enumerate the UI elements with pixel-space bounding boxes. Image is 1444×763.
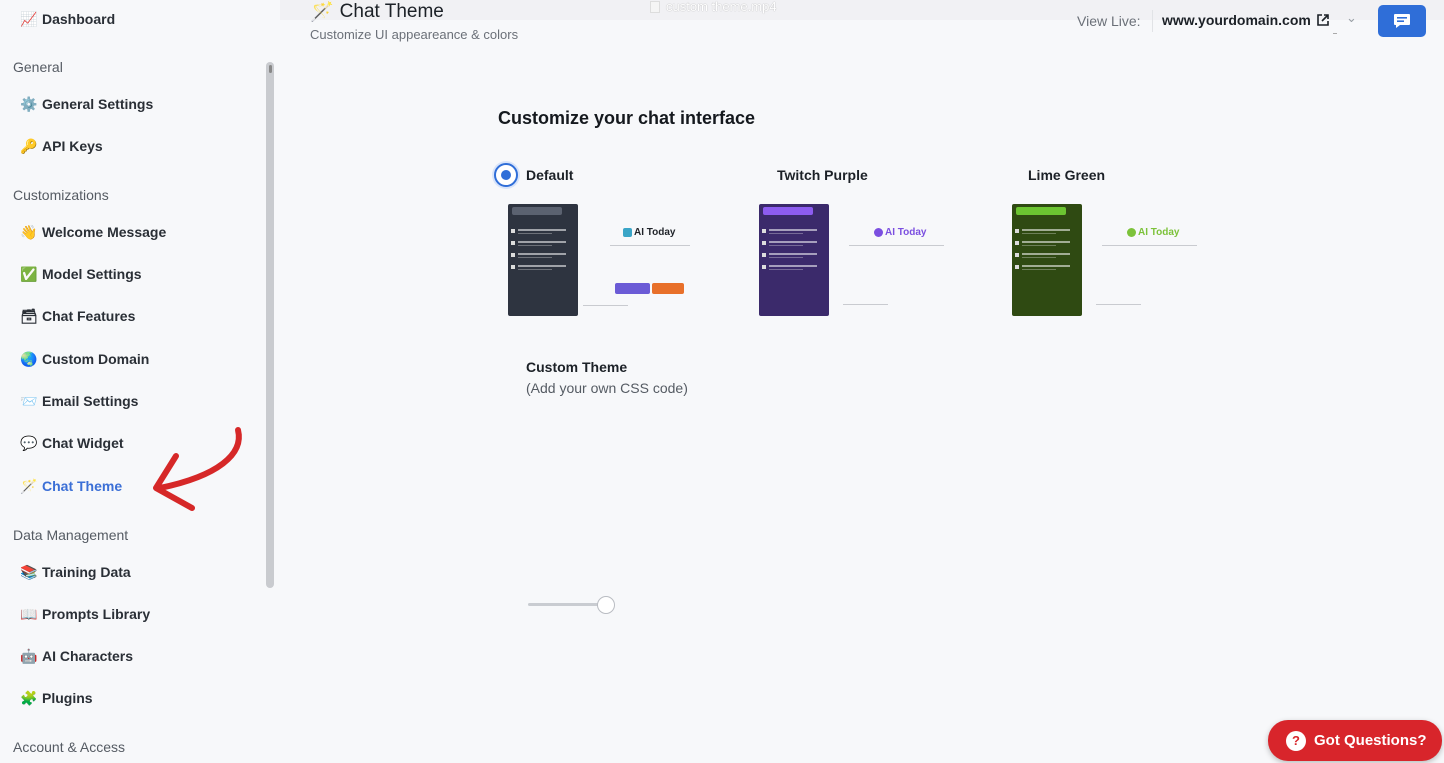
- scrollbar-thumb[interactable]: [269, 65, 272, 73]
- preview-sidebar: [1012, 204, 1082, 316]
- video-title: custom theme.mp4: [650, 0, 777, 14]
- envelope-icon: 📨: [20, 392, 38, 409]
- sidebar-item-chat-theme[interactable]: 🪄 Chat Theme: [20, 475, 122, 497]
- theme-radio-default[interactable]: [494, 163, 518, 187]
- sidebar-item-api-keys[interactable]: 🔑 API Keys: [20, 135, 103, 157]
- sidebar-item-training-data[interactable]: 📚 Training Data: [20, 561, 131, 583]
- preview-logo: AI Today: [874, 227, 926, 238]
- sidebar-item-custom-domain[interactable]: 🌏 Custom Domain: [20, 348, 149, 370]
- section-customizations: Customizations: [13, 187, 109, 203]
- sidebar-item-model-settings[interactable]: ✅ Model Settings: [20, 263, 142, 285]
- puzzle-icon: 🧩: [20, 689, 38, 706]
- preview-logo: AI Today: [623, 227, 675, 238]
- slider-handle[interactable]: [597, 596, 615, 614]
- theme-radio-twitch-purple[interactable]: [745, 163, 769, 187]
- theme-label-twitch-purple[interactable]: Twitch Purple: [777, 167, 868, 183]
- preview-chip: [615, 283, 650, 294]
- slider-track[interactable]: [528, 603, 608, 606]
- question-icon: ?: [1286, 730, 1306, 751]
- chat-button[interactable]: [1378, 5, 1426, 37]
- page-title: 🪄 Chat Theme: [310, 1, 444, 23]
- external-link-icon[interactable]: [1317, 14, 1329, 26]
- view-live-label: View Live:: [1077, 13, 1141, 29]
- gear-icon: ⚙️: [20, 95, 38, 112]
- sidebar-item-dashboard[interactable]: 📈 Dashboard: [20, 8, 115, 30]
- theme-preview-default[interactable]: AI Today: [508, 204, 728, 316]
- sidebar-item-email-settings[interactable]: 📨 Email Settings: [20, 390, 138, 412]
- section-general: General: [13, 59, 63, 75]
- help-button[interactable]: ? Got Questions?: [1268, 720, 1442, 761]
- magic-wand-icon: 🪄: [20, 477, 38, 494]
- preview-sidebar: [759, 204, 829, 316]
- page-subtitle: Customize UI appeareance & colors: [310, 27, 519, 42]
- annotation-arrow-icon: [153, 427, 242, 511]
- magic-wand-icon: 🪄: [310, 2, 334, 23]
- preview-sidebar: [508, 204, 578, 316]
- chevron-down-icon[interactable]: ⌄: [1346, 10, 1357, 26]
- divider-mark: [1333, 33, 1337, 34]
- logo-square-icon: [623, 228, 632, 237]
- sidebar-item-welcome-message[interactable]: 👋 Welcome Message: [20, 221, 166, 243]
- check-icon: ✅: [20, 265, 38, 282]
- section-account-access: Account & Access: [13, 739, 126, 755]
- preview-chip: [652, 283, 684, 294]
- theme-description-custom: (Add your own CSS code): [526, 380, 688, 396]
- document-icon: [650, 0, 660, 13]
- message-icon: [1394, 14, 1410, 28]
- books-icon: 📚: [20, 563, 38, 580]
- theme-preview-lime-green[interactable]: AI Today: [1012, 204, 1232, 316]
- theme-label-default[interactable]: Default: [526, 167, 573, 183]
- sidebar-item-prompts-library[interactable]: 📖 Prompts Library: [20, 603, 150, 625]
- card-box-icon: 🗃: [20, 307, 38, 324]
- sidebar-scrollbar[interactable]: [266, 62, 274, 588]
- logo-circle-icon: [874, 228, 883, 237]
- sidebar-item-general-settings[interactable]: ⚙️ General Settings: [20, 93, 153, 115]
- key-icon: 🔑: [20, 137, 38, 154]
- globe-icon: 🌏: [20, 350, 38, 367]
- preview-logo: AI Today: [1127, 227, 1179, 238]
- section-data-management: Data Management: [13, 527, 129, 543]
- theme-label-custom[interactable]: Custom Theme: [526, 359, 627, 375]
- divider: [1152, 10, 1153, 32]
- radio-dot: [501, 170, 511, 180]
- domain-link[interactable]: www.yourdomain.com: [1162, 12, 1329, 28]
- sidebar-item-chat-features[interactable]: 🗃 Chat Features: [20, 305, 135, 327]
- logo-circle-icon: [1127, 228, 1136, 237]
- chart-icon: 📈: [20, 10, 38, 27]
- robot-icon: 🤖: [20, 647, 38, 664]
- theme-label-lime-green[interactable]: Lime Green: [1028, 167, 1105, 183]
- theme-radio-lime-green[interactable]: [996, 163, 1020, 187]
- open-book-icon: 📖: [20, 605, 38, 622]
- sidebar: 📈 Dashboard General ⚙️ General Settings …: [0, 0, 280, 763]
- speech-bubble-icon: 💬: [20, 434, 38, 451]
- section-title: Customize your chat interface: [498, 108, 756, 128]
- wave-icon: 👋: [20, 223, 38, 240]
- sidebar-item-plugins[interactable]: 🧩 Plugins: [20, 687, 93, 709]
- sidebar-item-ai-characters[interactable]: 🤖 AI Characters: [20, 645, 133, 667]
- theme-preview-twitch-purple[interactable]: AI Today: [759, 204, 979, 316]
- sidebar-item-chat-widget[interactable]: 💬 Chat Widget: [20, 432, 124, 454]
- theme-radio-custom[interactable]: [494, 356, 518, 380]
